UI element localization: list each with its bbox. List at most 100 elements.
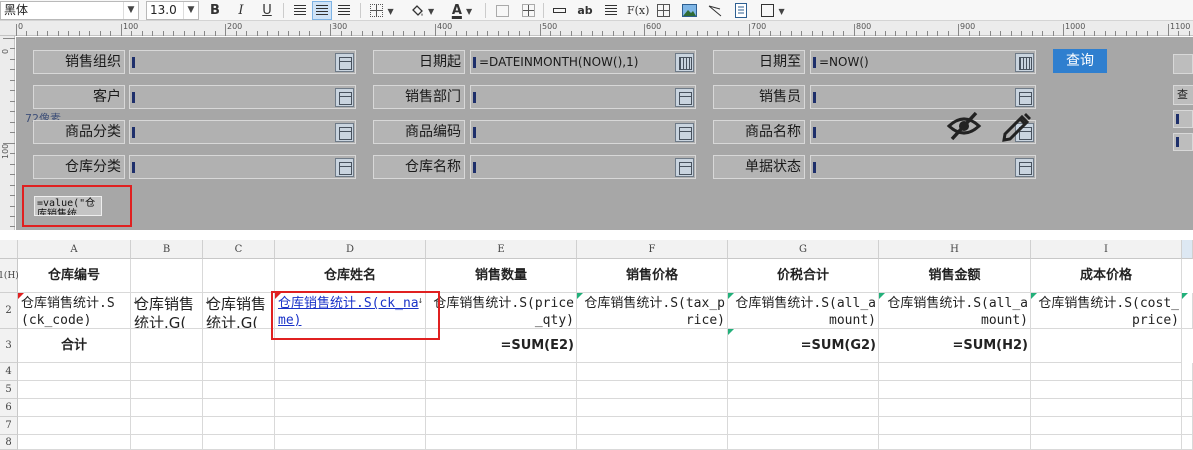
fill-color-button[interactable]: ▼ (406, 1, 438, 20)
warehouse-category-field[interactable] (129, 155, 356, 179)
empty-cell[interactable] (577, 417, 728, 435)
empty-cell[interactable] (426, 381, 577, 399)
empty-cell[interactable] (879, 381, 1031, 399)
empty-cell[interactable] (203, 399, 275, 417)
data-cell-h2[interactable]: 仓库销售统计.S(all_amount) (879, 293, 1031, 329)
diagonal-button[interactable] (705, 1, 725, 20)
header-cell-g[interactable]: 价税合计 (728, 259, 879, 293)
empty-cell[interactable] (1031, 435, 1182, 450)
empty-cell[interactable] (1182, 399, 1193, 417)
empty-cell[interactable] (577, 363, 728, 381)
align-right-button[interactable] (334, 1, 354, 20)
frame-button[interactable]: ▼ (757, 1, 789, 20)
data-cell-c2[interactable]: ↓ 仓库销售统计.G( (203, 293, 275, 329)
font-size-select[interactable]: 13.0 ▼ (146, 1, 199, 20)
sum-cell-h3[interactable]: =SUM(H2) (879, 329, 1031, 363)
empty-cell[interactable] (275, 399, 426, 417)
row-header[interactable]: 4 (0, 363, 18, 381)
picker-icon[interactable] (675, 123, 694, 142)
bold-button[interactable]: B (205, 1, 225, 20)
data-cell-b3[interactable] (131, 329, 203, 363)
data-cell-b2[interactable]: ↓ 仓库销售统计.G( (131, 293, 203, 329)
header-cell-b[interactable] (131, 259, 203, 293)
empty-cell[interactable] (275, 363, 426, 381)
underline-button[interactable]: U (257, 1, 277, 20)
empty-cell[interactable] (728, 399, 879, 417)
empty-cell[interactable] (1031, 417, 1182, 435)
column-header[interactable]: D (275, 240, 426, 259)
data-cell-e2[interactable]: 仓库销售统计.S(price_qty) (426, 293, 577, 329)
empty-cell[interactable] (426, 363, 577, 381)
align-left-button[interactable] (290, 1, 310, 20)
empty-cell[interactable] (426, 399, 577, 417)
header-cell-h[interactable]: 销售金额 (879, 259, 1031, 293)
picker-icon[interactable] (335, 158, 354, 177)
empty-cell[interactable] (728, 435, 879, 450)
row-header[interactable]: 7 (0, 417, 18, 435)
empty-cell[interactable] (879, 399, 1031, 417)
header-cell-f[interactable]: 销售价格 (577, 259, 728, 293)
empty-cell[interactable] (1031, 363, 1182, 381)
empty-cell[interactable] (728, 363, 879, 381)
border-button[interactable]: ▼ (366, 1, 398, 20)
empty-cell[interactable] (577, 435, 728, 450)
sum-cell-g3[interactable]: =SUM(G2) (728, 329, 879, 363)
column-header[interactable] (1182, 240, 1193, 259)
paragraph-button[interactable] (601, 1, 621, 20)
customer-field[interactable] (129, 85, 356, 109)
clipped-field[interactable] (1173, 110, 1193, 128)
header-cell-e[interactable]: 销售数量 (426, 259, 577, 293)
align-center-button[interactable] (312, 1, 332, 20)
row-header[interactable]: 2 (0, 293, 18, 329)
empty-cell[interactable] (275, 381, 426, 399)
empty-cell[interactable] (203, 363, 275, 381)
empty-cell[interactable] (203, 381, 275, 399)
data-cell-i2[interactable]: 仓库销售统计.S(cost_price) (1031, 293, 1182, 329)
empty-cell[interactable] (879, 417, 1031, 435)
hide-icon[interactable] (946, 109, 982, 143)
split-cells-button[interactable] (518, 1, 538, 20)
empty-cell[interactable] (728, 417, 879, 435)
column-header[interactable]: I (1031, 240, 1182, 259)
empty-cell[interactable] (203, 435, 275, 450)
empty-cell[interactable] (131, 363, 203, 381)
column-header[interactable]: A (18, 240, 131, 259)
row-header[interactable]: 1(H) (0, 259, 19, 293)
column-header[interactable]: G (728, 240, 879, 259)
empty-cell[interactable] (1182, 381, 1193, 399)
header-cell-a[interactable]: 仓库编号 (18, 259, 131, 293)
empty-cell[interactable] (18, 417, 131, 435)
empty-cell[interactable] (426, 417, 577, 435)
product-code-field[interactable] (470, 120, 696, 144)
sales-org-field[interactable] (129, 50, 356, 74)
form-button[interactable] (731, 1, 751, 20)
data-cell-i3[interactable] (1031, 329, 1182, 363)
row-header[interactable]: 5 (0, 381, 18, 399)
formula-widget[interactable]: =value("仓库销售统计", (34, 196, 102, 216)
date-from-field[interactable]: =DATEINMONTH(NOW(),1) (470, 50, 696, 74)
header-cell-i[interactable]: 成本价格 (1031, 259, 1182, 293)
italic-button[interactable]: I (231, 1, 251, 20)
corner-cell[interactable] (0, 240, 18, 259)
total-label-cell[interactable]: 合计 (18, 329, 131, 363)
picker-icon[interactable] (1015, 88, 1034, 107)
merge-cells-button[interactable] (492, 1, 512, 20)
insert-row-button[interactable] (549, 1, 569, 20)
data-cell-j2[interactable] (1182, 293, 1193, 329)
empty-cell[interactable] (131, 435, 203, 450)
empty-cell[interactable] (131, 417, 203, 435)
table-button[interactable] (653, 1, 673, 20)
picker-icon[interactable] (675, 88, 694, 107)
clipped-widget[interactable] (1173, 54, 1193, 74)
empty-cell[interactable] (131, 381, 203, 399)
empty-cell[interactable] (1182, 363, 1193, 381)
calendar-icon[interactable] (675, 53, 694, 72)
query-button[interactable]: 查询 (1053, 49, 1107, 73)
empty-cell[interactable] (577, 399, 728, 417)
empty-cell[interactable] (728, 381, 879, 399)
header-cell-d[interactable]: 仓库姓名 (275, 259, 426, 293)
column-header[interactable]: E (426, 240, 577, 259)
empty-cell[interactable] (577, 381, 728, 399)
date-to-field[interactable]: =NOW() (810, 50, 1036, 74)
picker-icon[interactable] (675, 158, 694, 177)
